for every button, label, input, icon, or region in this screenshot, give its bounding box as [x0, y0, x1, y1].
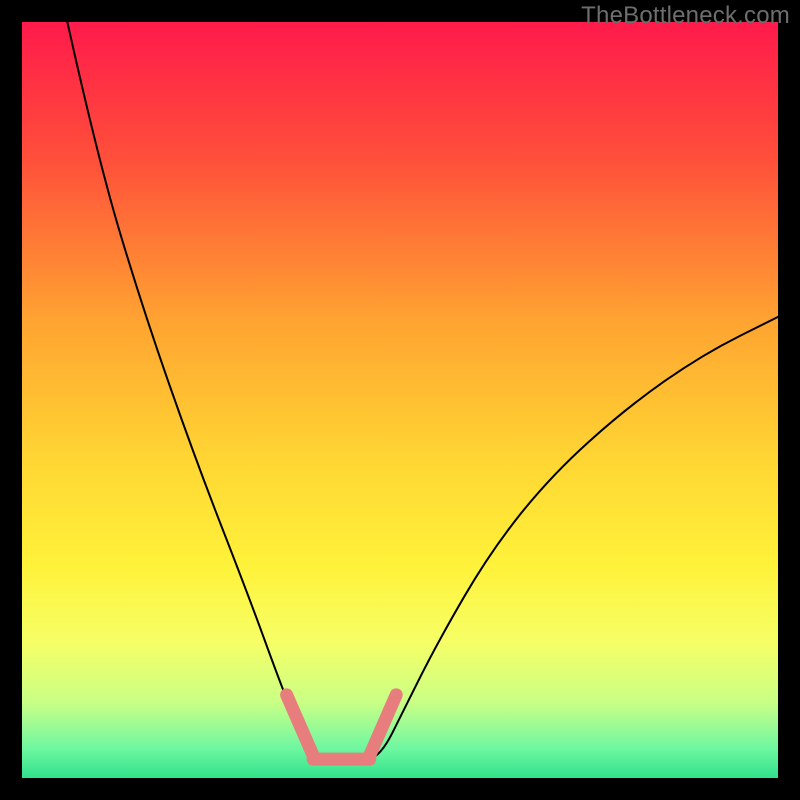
chart-plot-area [22, 22, 778, 778]
chart-frame: TheBottleneck.com [0, 0, 800, 800]
watermark-label: TheBottleneck.com [581, 2, 790, 30]
chart-svg [22, 22, 778, 778]
chart-background [22, 22, 778, 778]
